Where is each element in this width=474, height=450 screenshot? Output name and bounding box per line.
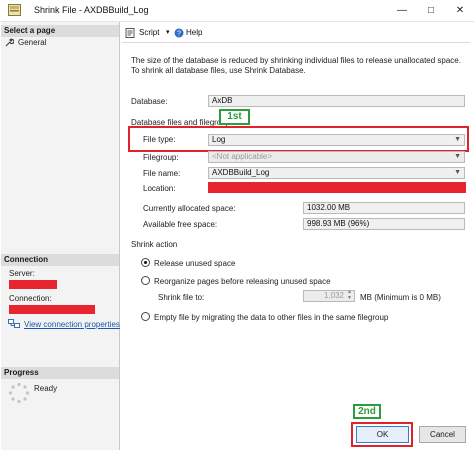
chevron-down-icon[interactable]: ▾ bbox=[166, 28, 170, 36]
chevron-down-icon: ▼ bbox=[454, 169, 461, 176]
reorganize-pages-radio[interactable] bbox=[141, 276, 150, 285]
database-label: Database: bbox=[131, 97, 168, 106]
script-button[interactable]: Script bbox=[139, 28, 159, 37]
file-name-value: AXDBBuild_Log bbox=[212, 168, 270, 177]
cancel-button[interactable]: Cancel bbox=[419, 426, 466, 443]
shrink-to-unit: MB (Minimum is 0 MB) bbox=[360, 293, 441, 302]
annotation-second-badge: 2nd bbox=[353, 404, 381, 419]
connection-header: Connection bbox=[1, 254, 119, 266]
filegroup-select: <Not applicable> ▼ bbox=[208, 151, 465, 163]
progress-spinner-icon bbox=[8, 382, 30, 404]
file-type-select[interactable]: Log ▼ bbox=[208, 134, 465, 146]
chevron-down-icon: ▼ bbox=[454, 153, 461, 160]
server-label: Server: bbox=[9, 269, 35, 278]
filegroup-value: <Not applicable> bbox=[212, 152, 273, 161]
empty-file-radio[interactable] bbox=[141, 312, 150, 321]
minimize-button[interactable]: — bbox=[388, 0, 416, 21]
close-button[interactable]: ✕ bbox=[446, 0, 474, 21]
connection-label: Connection: bbox=[9, 294, 52, 303]
page-item-general[interactable]: General bbox=[5, 37, 115, 48]
database-app-icon bbox=[8, 4, 21, 16]
wrench-icon bbox=[5, 38, 14, 47]
script-icon bbox=[125, 28, 135, 38]
release-unused-label: Release unused space bbox=[154, 259, 236, 268]
maximize-button[interactable]: □ bbox=[417, 0, 445, 21]
server-value-redacted bbox=[9, 280, 57, 289]
allocated-value: 1032.00 MB bbox=[303, 202, 465, 214]
progress-status: Ready bbox=[34, 384, 58, 393]
shrink-to-label: Shrink file to: bbox=[158, 293, 205, 302]
file-name-select[interactable]: AXDBBuild_Log ▼ bbox=[208, 167, 465, 179]
release-unused-radio[interactable] bbox=[141, 258, 150, 267]
database-field: AxDB bbox=[208, 95, 465, 107]
view-connection-properties-link[interactable]: View connection properties bbox=[24, 320, 120, 329]
left-pane: Select a page General Connection Server:… bbox=[1, 22, 120, 450]
toolbar: Script ▾ ? Help bbox=[122, 25, 470, 43]
filegroup-label: Filegroup: bbox=[143, 153, 179, 162]
description-text: The size of the database is reduced by s… bbox=[131, 56, 461, 75]
file-type-value: Log bbox=[212, 135, 226, 144]
page-item-label: General bbox=[18, 38, 47, 47]
file-name-label: File name: bbox=[143, 169, 181, 178]
ok-button[interactable]: OK bbox=[356, 426, 409, 443]
help-icon: ? bbox=[174, 28, 184, 38]
chevron-down-icon: ▼ bbox=[454, 136, 461, 143]
free-space-value: 998.93 MB (96%) bbox=[303, 218, 465, 230]
window-title: Shrink File - AXDBBuild_Log bbox=[34, 5, 149, 15]
stepper-arrows-icon[interactable]: ▲ ▼ bbox=[347, 289, 352, 301]
file-type-label: File type: bbox=[143, 135, 176, 144]
select-page-header: Select a page bbox=[1, 25, 119, 37]
svg-text:?: ? bbox=[177, 31, 181, 38]
progress-header: Progress bbox=[1, 367, 119, 379]
location-label: Location: bbox=[143, 184, 176, 193]
shrink-to-value: 1,032 bbox=[323, 291, 344, 300]
reorganize-pages-label: Reorganize pages before releasing unused… bbox=[154, 277, 331, 286]
location-value-redacted bbox=[208, 182, 466, 193]
connection-properties-icon bbox=[8, 319, 20, 328]
connection-value-redacted bbox=[9, 305, 95, 314]
help-button[interactable]: Help bbox=[186, 28, 202, 37]
empty-file-label: Empty file by migrating the data to othe… bbox=[154, 313, 389, 322]
free-space-label: Available free space: bbox=[143, 220, 218, 229]
shrink-action-label: Shrink action bbox=[131, 240, 178, 249]
title-bar: Shrink File - AXDBBuild_Log — □ ✕ bbox=[0, 0, 474, 22]
annotation-first-badge: 1st bbox=[219, 109, 250, 125]
allocated-label: Currently allocated space: bbox=[143, 204, 236, 213]
